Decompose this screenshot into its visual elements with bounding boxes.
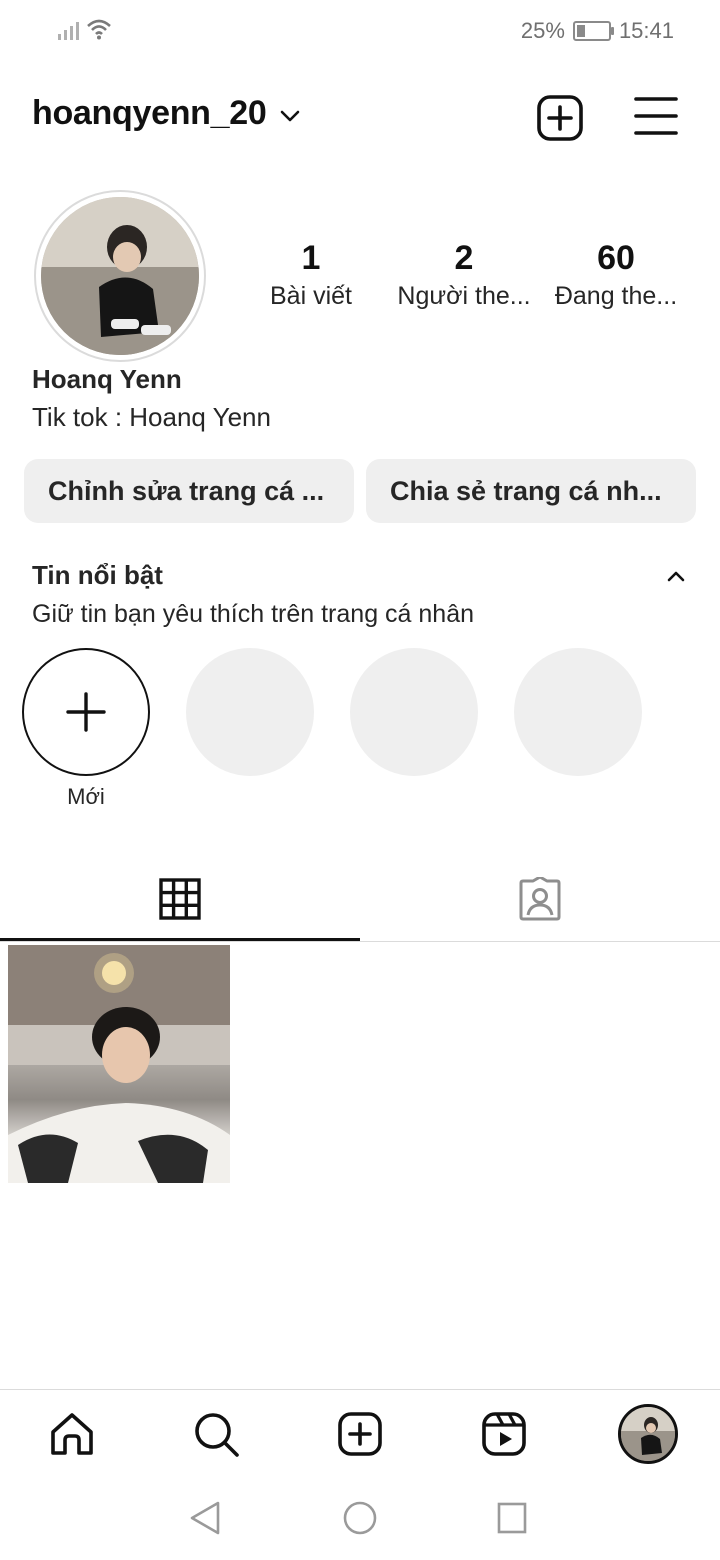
home-nav-icon[interactable] — [342, 1500, 378, 1536]
menu-icon[interactable] — [634, 96, 678, 136]
nav-search[interactable] — [188, 1406, 244, 1462]
home-icon — [51, 1413, 93, 1455]
search-icon — [195, 1413, 239, 1457]
nav-home[interactable] — [44, 1406, 100, 1462]
posts-label: Bài viết — [270, 282, 352, 310]
tab-posts-grid[interactable] — [0, 858, 360, 940]
highlight-placeholder — [350, 648, 478, 776]
bottom-nav-divider — [0, 1389, 720, 1390]
edit-profile-button[interactable]: Chỉnh sửa trang cá ... — [24, 459, 354, 523]
highlight-placeholder — [186, 648, 314, 776]
chevron-up-icon[interactable] — [666, 568, 686, 584]
post-photo — [8, 945, 230, 1183]
signal-icon — [58, 22, 79, 40]
back-nav-icon[interactable] — [188, 1500, 222, 1536]
followers-count: 2 — [454, 239, 474, 277]
stat-following[interactable]: 60 Đang the... — [541, 238, 691, 314]
clock: 15:41 — [618, 18, 674, 43]
profile-bio: Tik tok : Hoanq Yenn — [32, 402, 271, 432]
nav-profile-avatar[interactable] — [618, 1404, 678, 1464]
share-profile-button[interactable]: Chia sẻ trang cá nh... — [366, 459, 696, 523]
followers-label: Người the... — [397, 282, 531, 310]
create-icon — [338, 1412, 382, 1456]
reels-icon — [482, 1412, 526, 1456]
recents-nav-icon[interactable] — [496, 1500, 528, 1536]
stat-posts[interactable]: 1 Bài viết — [236, 238, 386, 314]
avatar-photo — [621, 1407, 675, 1461]
tagged-person-icon — [519, 877, 561, 921]
nav-create[interactable] — [332, 1406, 388, 1462]
highlights-subtitle: Giữ tin bạn yêu thích trên trang cá nhân — [32, 600, 475, 628]
following-count: 60 — [597, 239, 635, 277]
plus-icon — [66, 692, 106, 732]
post-thumbnail[interactable] — [8, 945, 230, 1183]
battery-icon — [572, 21, 614, 41]
highlight-placeholder — [514, 648, 642, 776]
new-highlight-label: Mới — [67, 784, 105, 809]
stat-followers[interactable]: 2 Người the... — [389, 238, 539, 314]
new-highlight-button[interactable] — [22, 648, 150, 776]
avatar-photo — [41, 197, 199, 355]
status-bar: 25% 15:41 — [0, 0, 720, 62]
profile-full-name: Hoanq Yenn — [32, 364, 182, 394]
avatar[interactable] — [41, 197, 199, 355]
tab-tagged[interactable] — [360, 858, 720, 940]
chevron-down-icon[interactable] — [278, 104, 302, 128]
status-right: 25% 15:41 — [521, 18, 674, 44]
username[interactable]: hoanqyenn_20 — [32, 94, 267, 133]
tabs-divider — [0, 941, 720, 942]
grid-icon — [159, 878, 201, 920]
following-label: Đang the... — [554, 282, 678, 310]
nav-reels[interactable] — [476, 1406, 532, 1462]
create-post-icon[interactable] — [536, 94, 584, 142]
posts-count: 1 — [301, 239, 321, 277]
wifi-icon — [87, 19, 111, 40]
highlights-title: Tin nổi bật — [32, 560, 163, 590]
battery-percent: 25% — [520, 18, 565, 43]
